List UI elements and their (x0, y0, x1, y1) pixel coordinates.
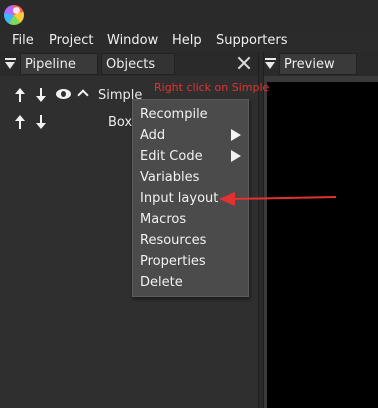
annotation-arrow-icon (219, 192, 337, 206)
